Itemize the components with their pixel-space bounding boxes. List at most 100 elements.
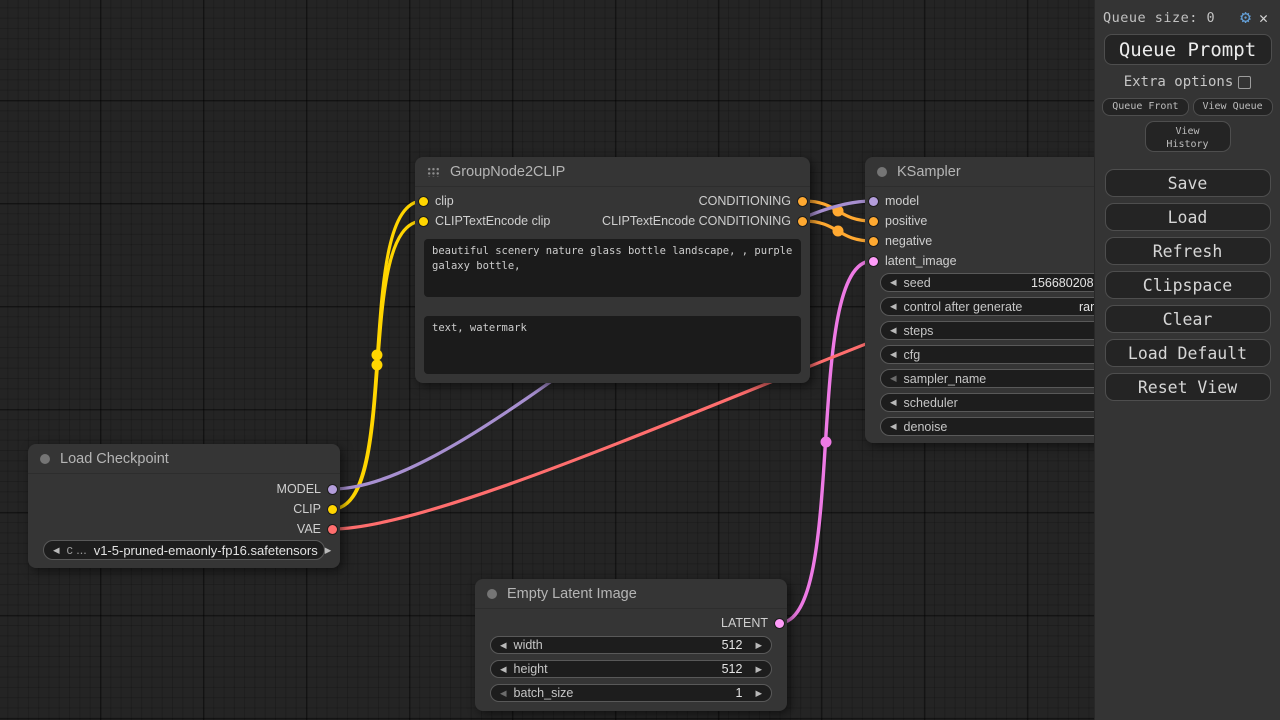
- view-history-line1: View: [1175, 126, 1199, 137]
- port-dot-clip[interactable]: [328, 505, 337, 514]
- port-label: model: [885, 194, 919, 208]
- node-load-checkpoint-header[interactable]: Load Checkpoint: [28, 444, 340, 474]
- widget-value: 1: [736, 686, 743, 700]
- decrement-arrow-icon[interactable]: ◀: [500, 641, 507, 650]
- port-label: VAE: [297, 522, 321, 536]
- input-port-negative[interactable]: negative: [869, 234, 932, 248]
- view-history-line2: History: [1166, 139, 1208, 150]
- output-port-model[interactable]: MODEL: [277, 482, 337, 496]
- widget-value: 1566802087: [1031, 276, 1101, 290]
- input-port-latent-image[interactable]: latent_image: [869, 254, 957, 268]
- port-dot-vae[interactable]: [328, 525, 337, 534]
- output-port-latent[interactable]: LATENT: [721, 616, 784, 630]
- port-dot-latent[interactable]: [775, 619, 784, 628]
- close-icon[interactable]: ✕: [1259, 11, 1270, 26]
- port-label: negative: [885, 234, 932, 248]
- save-button[interactable]: Save: [1105, 169, 1271, 197]
- increment-arrow-icon[interactable]: ▶: [755, 689, 762, 698]
- widget-label: c ...: [67, 543, 87, 557]
- node-title: Empty Latent Image: [507, 586, 637, 602]
- widget-batch-size[interactable]: ◀ batch_size 1 ▶: [490, 684, 772, 702]
- node-title: KSampler: [897, 164, 961, 180]
- port-label: CLIP: [293, 502, 321, 516]
- group-node-icon: [427, 167, 440, 177]
- widget-height[interactable]: ◀ height 512 ▶: [490, 660, 772, 678]
- port-dot-latent[interactable]: [869, 257, 878, 266]
- node-groupnode2clip[interactable]: GroupNode2CLIP clip CLIPTextEncode clip …: [415, 157, 810, 383]
- widget-ckpt-name[interactable]: ◀ c ... v1-5-pruned-emaonly-fp16.safeten…: [43, 540, 325, 560]
- widget-label: batch_size: [514, 686, 574, 700]
- decrement-arrow-icon[interactable]: ◀: [890, 278, 897, 287]
- prev-option-arrow-icon[interactable]: ◀: [53, 546, 60, 555]
- decrement-arrow-icon[interactable]: ◀: [890, 422, 897, 431]
- queue-prompt-button[interactable]: Queue Prompt: [1104, 34, 1272, 65]
- decrement-arrow-icon[interactable]: ◀: [890, 302, 897, 311]
- port-dot-model[interactable]: [328, 485, 337, 494]
- widget-value: v1-5-pruned-emaonly-fp16.safetensors: [94, 543, 318, 558]
- collapse-dot-icon[interactable]: [40, 454, 50, 464]
- widget-value: 512: [722, 638, 743, 652]
- view-queue-button[interactable]: View Queue: [1193, 98, 1273, 116]
- collapse-dot-icon[interactable]: [877, 167, 887, 177]
- node-empty-latent-image[interactable]: Empty Latent Image LATENT ◀ width 512 ▶ …: [475, 579, 787, 711]
- output-port-vae[interactable]: VAE: [297, 522, 337, 536]
- view-history-button[interactable]: View History: [1145, 121, 1231, 152]
- node-title: Load Checkpoint: [60, 451, 169, 467]
- decrement-arrow-icon[interactable]: ◀: [890, 374, 897, 383]
- port-dot-clip[interactable]: [419, 217, 428, 226]
- port-label: clip: [435, 194, 454, 208]
- port-label: MODEL: [277, 482, 321, 496]
- next-option-arrow-icon[interactable]: ▶: [325, 546, 332, 555]
- clipspace-button[interactable]: Clipspace: [1105, 271, 1271, 299]
- widget-width[interactable]: ◀ width 512 ▶: [490, 636, 772, 654]
- load-default-button[interactable]: Load Default: [1105, 339, 1271, 367]
- decrement-arrow-icon[interactable]: ◀: [890, 326, 897, 335]
- positive-prompt-textarea[interactable]: beautiful scenery nature glass bottle la…: [424, 239, 801, 297]
- negative-prompt-textarea[interactable]: text, watermark: [424, 316, 801, 374]
- extra-options-label: Extra options: [1124, 74, 1234, 90]
- port-dot-conditioning[interactable]: [798, 217, 807, 226]
- input-port-model[interactable]: model: [869, 194, 919, 208]
- port-label: CLIPTextEncode CONDITIONING: [602, 214, 791, 228]
- collapse-dot-icon[interactable]: [487, 589, 497, 599]
- input-port-clip[interactable]: clip: [419, 194, 454, 208]
- decrement-arrow-icon[interactable]: ◀: [890, 350, 897, 359]
- input-port-cliptextencode-clip[interactable]: CLIPTextEncode clip: [419, 214, 550, 228]
- node-title: GroupNode2CLIP: [450, 164, 565, 180]
- port-label: positive: [885, 214, 927, 228]
- wire-clip-2-middot[interactable]: [372, 360, 383, 371]
- widget-label: steps: [904, 324, 934, 338]
- clear-button[interactable]: Clear: [1105, 305, 1271, 333]
- refresh-button[interactable]: Refresh: [1105, 237, 1271, 265]
- decrement-arrow-icon[interactable]: ◀: [500, 689, 507, 698]
- increment-arrow-icon[interactable]: ▶: [755, 665, 762, 674]
- decrement-arrow-icon[interactable]: ◀: [500, 665, 507, 674]
- widget-label: height: [514, 662, 548, 676]
- settings-gear-icon[interactable]: ⚙: [1240, 9, 1251, 27]
- reset-view-button[interactable]: Reset View: [1105, 373, 1271, 401]
- wire-conditioning-2-middot[interactable]: [833, 226, 844, 237]
- widget-label: sampler_name: [904, 372, 987, 386]
- node-groupnode2clip-header[interactable]: GroupNode2CLIP: [415, 157, 810, 187]
- port-dot-conditioning[interactable]: [798, 197, 807, 206]
- port-dot-conditioning[interactable]: [869, 217, 878, 226]
- output-port-clip[interactable]: CLIP: [293, 502, 337, 516]
- port-dot-model[interactable]: [869, 197, 878, 206]
- load-button[interactable]: Load: [1105, 203, 1271, 231]
- queue-front-button[interactable]: Queue Front: [1102, 98, 1188, 116]
- extra-options-checkbox[interactable]: [1238, 76, 1251, 89]
- node-load-checkpoint[interactable]: Load Checkpoint MODEL CLIP VAE ◀ c ... v…: [28, 444, 340, 568]
- widget-label: denoise: [904, 420, 948, 434]
- input-port-positive[interactable]: positive: [869, 214, 927, 228]
- output-port-conditioning[interactable]: CONDITIONING: [699, 194, 807, 208]
- widget-label: cfg: [904, 348, 921, 362]
- wire-latent-middot[interactable]: [821, 437, 832, 448]
- port-dot-conditioning[interactable]: [869, 237, 878, 246]
- increment-arrow-icon[interactable]: ▶: [755, 641, 762, 650]
- output-port-cliptextencode-conditioning[interactable]: CLIPTextEncode CONDITIONING: [602, 214, 807, 228]
- wire-clip-1-middot[interactable]: [372, 350, 383, 361]
- node-empty-latent-header[interactable]: Empty Latent Image: [475, 579, 787, 609]
- port-dot-clip[interactable]: [419, 197, 428, 206]
- decrement-arrow-icon[interactable]: ◀: [890, 398, 897, 407]
- port-label: CLIPTextEncode clip: [435, 214, 550, 228]
